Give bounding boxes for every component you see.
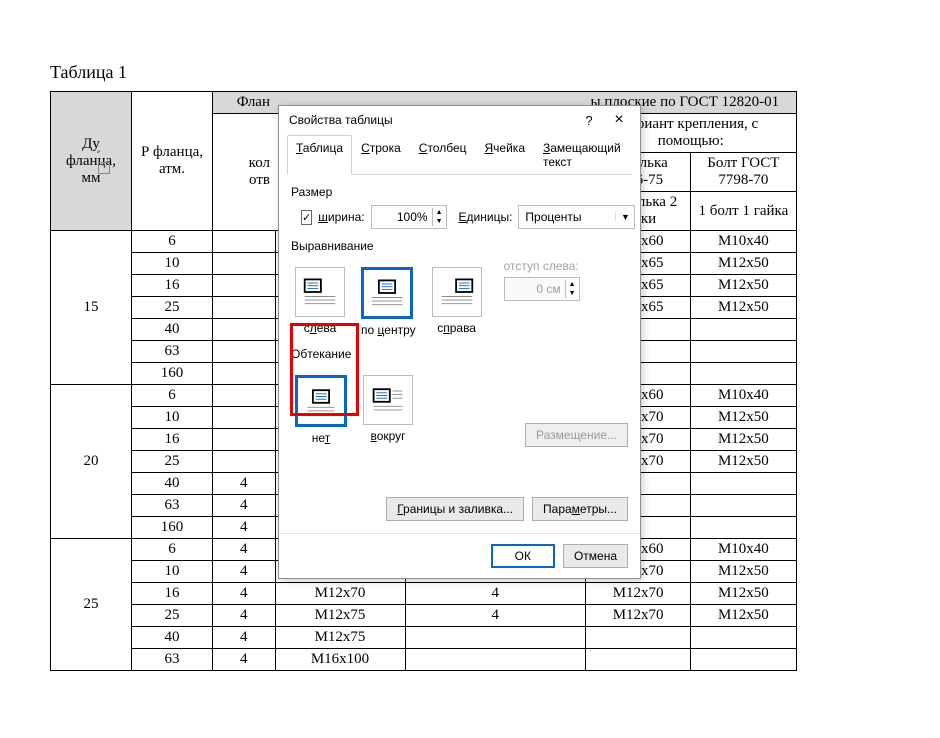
dialog-title: Свойства таблицы <box>289 113 574 127</box>
table-properties-dialog: Свойства таблицы ? × Таблица Строка Стол… <box>278 105 641 579</box>
borders-button[interactable]: Границы и заливка... <box>386 497 524 521</box>
width-label: ширина: <box>318 210 364 224</box>
table-caption: Таблица 1 <box>50 62 797 83</box>
chevron-down-icon[interactable]: ▼ <box>615 212 634 222</box>
col-bolt: Болт ГОСТ 7798-70 <box>691 153 796 192</box>
align-center-icon <box>369 275 405 311</box>
dialog-titlebar[interactable]: Свойства таблицы ? × <box>279 106 640 134</box>
units-label: Единицы: <box>459 210 513 224</box>
tab-column[interactable]: Столбец <box>410 135 476 175</box>
du-label: Ду <box>82 136 100 152</box>
size-group-label: Размер <box>291 185 628 199</box>
units-input[interactable] <box>519 207 615 227</box>
align-center-option[interactable] <box>361 267 413 319</box>
width-input[interactable] <box>372 207 432 227</box>
placement-button: Размещение... <box>525 423 628 447</box>
header-flan: Флан <box>213 92 276 114</box>
width-spinner[interactable]: ▲▼ <box>371 205 447 229</box>
tab-cell[interactable]: Ячейка <box>476 135 535 175</box>
dialog-tabs: Таблица Строка Столбец Ячейка Замещающий… <box>287 134 632 175</box>
spin-down-icon[interactable]: ▼ <box>432 217 446 226</box>
wrap-around-option[interactable] <box>363 375 413 425</box>
wrap-none-option[interactable] <box>295 375 347 427</box>
table-row: 164М12х704М12х70М12х50 <box>51 583 797 605</box>
close-button[interactable]: × <box>604 111 634 129</box>
table-anchor-icon[interactable]: + <box>98 162 110 174</box>
width-checkbox[interactable]: ✓ <box>301 210 312 225</box>
col-p: Р фланца, атм. <box>132 92 213 231</box>
wrap-around-icon <box>370 382 406 418</box>
indent-spinner: ▲▼ <box>504 277 580 301</box>
units-combo[interactable]: ▼ <box>518 205 635 229</box>
align-left-icon <box>302 274 338 310</box>
align-left-option[interactable] <box>295 267 345 317</box>
indent-input <box>505 279 565 299</box>
tab-alt-text[interactable]: Замещающий текст <box>534 135 632 175</box>
params-button[interactable]: Параметры... <box>532 497 628 521</box>
table-row: 254М12х754М12х70М12х50 <box>51 605 797 627</box>
indent-label: отступ слева: <box>504 259 580 273</box>
spin-up-icon: ▲ <box>565 280 579 289</box>
wrap-none-icon <box>303 383 339 419</box>
align-right-option[interactable] <box>432 267 482 317</box>
table-row: 404М12х75 <box>51 627 797 649</box>
help-button[interactable]: ? <box>574 113 604 128</box>
cancel-button[interactable]: Отмена <box>563 544 628 568</box>
tab-row[interactable]: Строка <box>352 135 410 175</box>
align-group-label: Выравнивание <box>291 239 628 253</box>
table-row: 634М16х100 <box>51 649 797 671</box>
tab-table[interactable]: Таблица <box>287 135 352 175</box>
spin-up-icon[interactable]: ▲ <box>432 208 446 217</box>
wrap-group-label: Обтекание <box>291 347 628 361</box>
ok-button[interactable]: ОК <box>491 544 555 568</box>
spin-down-icon: ▼ <box>565 289 579 298</box>
align-right-icon <box>439 274 475 310</box>
